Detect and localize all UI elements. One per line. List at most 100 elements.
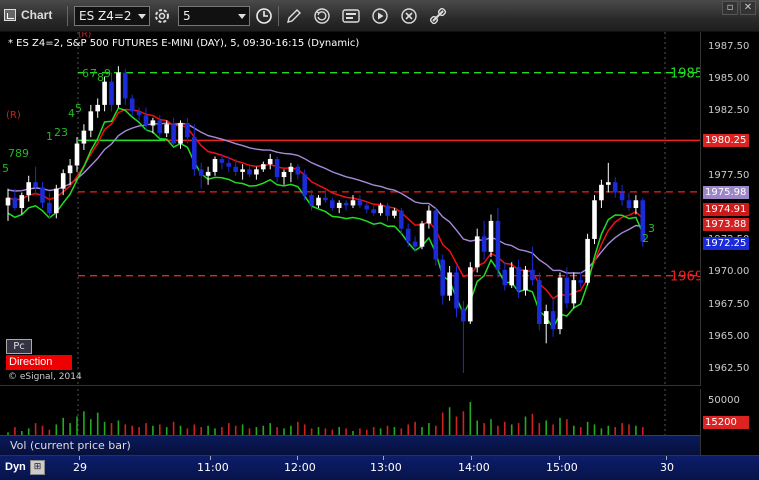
volume-chart[interactable] (0, 389, 700, 435)
count-label: 6 (82, 67, 89, 80)
dyn-label: Dyn (5, 461, 26, 473)
count-label: 3 (61, 126, 68, 139)
candle-body (116, 72, 121, 105)
volume-bar (579, 427, 582, 435)
settings-cog-button[interactable] (151, 5, 173, 27)
volume-bar (324, 428, 327, 435)
candle-body (454, 272, 459, 309)
candle-body (385, 205, 390, 216)
candle-body (240, 169, 245, 172)
price-tag: 1980.25 (703, 134, 749, 148)
volume-bar (393, 427, 396, 435)
candle-body (488, 220, 494, 252)
price-axis-label: 1985.00 (708, 73, 750, 85)
candle-body (47, 202, 52, 214)
candle-body (564, 277, 570, 304)
candle-body (592, 200, 597, 239)
time-axis-label: 12:00 (284, 461, 316, 474)
candle-body (509, 267, 514, 286)
chevron-down-icon[interactable] (238, 14, 246, 19)
restore-window-button[interactable]: ▫ (722, 1, 738, 15)
volume-bar (586, 421, 589, 435)
volume-bar (628, 424, 630, 435)
link-button[interactable] (427, 5, 449, 27)
draw-button[interactable] (283, 5, 305, 27)
level-label-1969: 1969 (670, 270, 700, 285)
news-button[interactable] (340, 5, 362, 27)
time-axis-tick (79, 456, 80, 460)
price-panel[interactable]: 1985 1969 (R) (R) 5 789 1 2 3 4 5 6 7 8 9 2 3 (0, 30, 703, 386)
candle-body (502, 269, 508, 286)
candle-body (274, 159, 280, 178)
direction-label: Direction (6, 355, 72, 370)
candle-body (54, 188, 59, 214)
count-label: 7 (90, 67, 97, 80)
candle-body (599, 184, 604, 201)
volume-bar (303, 424, 306, 435)
chevron-down-icon[interactable] (138, 14, 146, 19)
candle-body (619, 192, 625, 201)
volume-bar (62, 417, 64, 435)
candle-body (247, 169, 252, 175)
candle-body (405, 228, 411, 242)
candle-body (392, 210, 397, 216)
candle-body (143, 115, 149, 126)
clock-button[interactable] (253, 5, 275, 27)
volume-bar (421, 427, 423, 435)
candle-body (129, 98, 135, 112)
volume-bar (386, 425, 389, 435)
volume-axis-label: 50000 (708, 395, 740, 406)
time-axis-label: 14:00 (458, 461, 490, 474)
volume-bar (469, 402, 472, 435)
interval-select[interactable]: 5 (178, 6, 250, 26)
price-axis-label: 1982.50 (708, 105, 750, 117)
play-button[interactable] (369, 5, 391, 27)
volume-bar (372, 427, 375, 435)
candle-body (205, 171, 211, 176)
price-chart[interactable]: 19851969(R)(R)57891 2 34 56 7 8 923 (0, 30, 703, 386)
price-tag: 1974.91 (703, 203, 749, 217)
volume-axis[interactable]: 50000 15200 (700, 389, 759, 455)
chart-toolbar: Chart ES Z4=2 5 ▫ ✕ (0, 0, 759, 32)
time-axis[interactable]: Dyn ⊞ 29 11:00 12:00 13:00 14:00 15:00 30 (0, 455, 759, 480)
candle-body (178, 122, 183, 144)
candle-body (378, 205, 383, 214)
dyn-toggle-button[interactable]: ⊞ (30, 460, 45, 475)
volume-bar (600, 428, 603, 435)
volume-bar (234, 425, 237, 435)
price-tag: 1975.98 (703, 186, 749, 200)
volume-bar (559, 417, 561, 435)
candle-body (399, 210, 404, 229)
volume-bar (566, 419, 568, 435)
volume-bar (435, 425, 437, 435)
candle-body (412, 241, 418, 247)
candle-body (440, 259, 445, 296)
volume-bar (283, 428, 285, 435)
volume-label: Vol (current price bar) (10, 439, 131, 452)
volume-bar (221, 427, 223, 435)
time-axis-tick (297, 456, 298, 460)
candle-body (295, 166, 301, 175)
candle-body (261, 164, 266, 170)
candle-body (447, 272, 452, 296)
symbol-select[interactable]: ES Z4=2 (74, 6, 150, 26)
candle-body (212, 159, 218, 172)
price-axis[interactable]: 1987.501985.001982.501980.001977.501975.… (700, 32, 759, 386)
link-icon (429, 7, 447, 25)
close-chart-button[interactable] (398, 5, 420, 27)
candle-body (67, 165, 73, 174)
refresh-button[interactable] (311, 5, 333, 27)
volume-bar (614, 427, 616, 435)
level-label-1985: 1985 (670, 67, 700, 82)
pencil-icon (287, 9, 301, 23)
pc-button[interactable]: Pc (6, 339, 32, 354)
time-axis-tick (666, 456, 667, 460)
candle-body (12, 197, 18, 208)
price-tag: 1972.25 (703, 237, 749, 251)
candle-body (419, 223, 425, 247)
close-window-button[interactable]: ✕ (740, 1, 756, 15)
candle-body (302, 174, 307, 196)
volume-bar (186, 428, 189, 435)
volume-bar (538, 423, 541, 435)
count-label: 4 (68, 107, 75, 120)
